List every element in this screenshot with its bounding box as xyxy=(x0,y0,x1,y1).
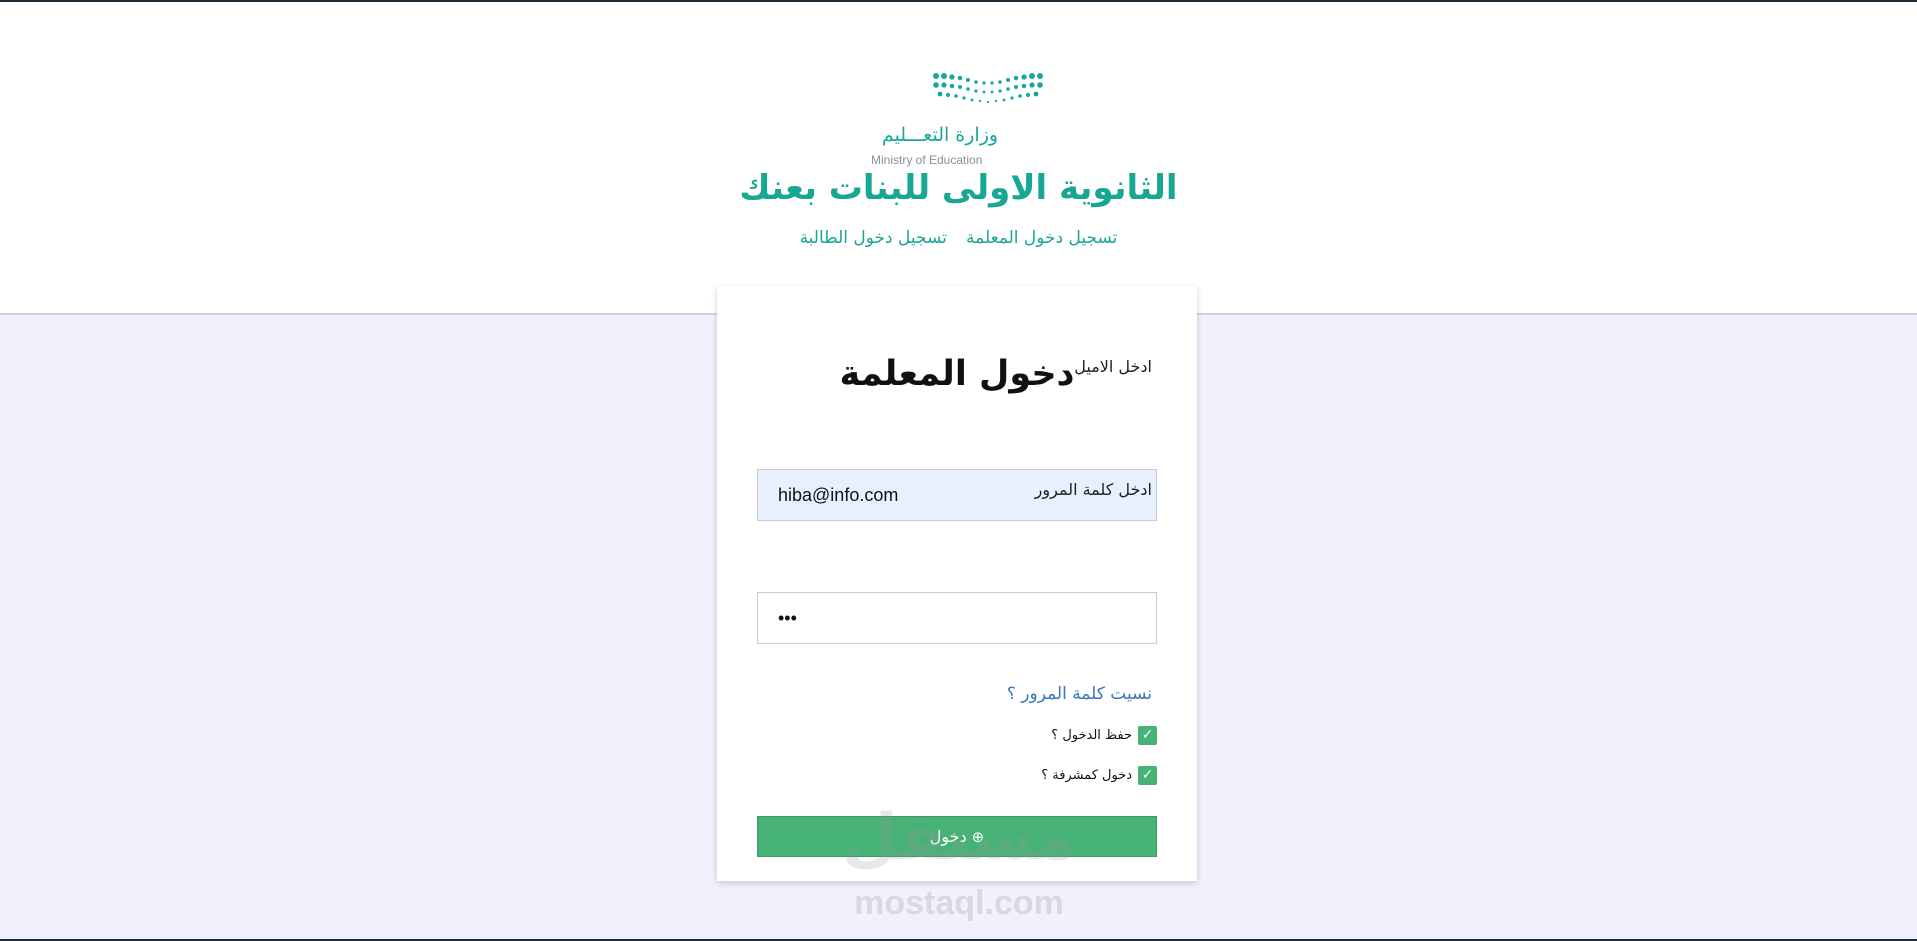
watermark-arabic: مستقل xyxy=(841,801,1077,875)
forgot-password-link[interactable]: نسيت كلمة المرور ؟ xyxy=(1007,684,1152,704)
remember-me-label: حفظ الدخول ؟ xyxy=(1051,727,1132,743)
watermark-english: mostaql.com xyxy=(854,884,1064,922)
ministry-logo-dots-icon xyxy=(933,73,1043,104)
check-icon: ✓ xyxy=(1141,727,1154,743)
supervisor-login-label: دخول كمشرفة ؟ xyxy=(1041,767,1132,783)
password-label: ادخل كلمة المرور xyxy=(1034,480,1152,499)
header: وزارة التعـــليم Ministry of Education ا… xyxy=(0,2,1917,315)
nav-link-student-login[interactable]: تسجيل دخول الطالبة xyxy=(800,228,947,248)
email-label: ادخل الاميل xyxy=(1074,357,1152,376)
logo-arabic-text: وزارة التعـــليم xyxy=(881,124,999,146)
header-nav: تسجيل دخول المعلمة تسجيل دخول الطالبة xyxy=(0,228,1917,248)
password-field[interactable] xyxy=(757,592,1157,644)
ministry-logo: وزارة التعـــليم Ministry of Education xyxy=(860,72,1070,172)
logo-english-text: Ministry of Education xyxy=(871,153,983,167)
nav-link-teacher-login[interactable]: تسجيل دخول المعلمة xyxy=(966,228,1117,248)
supervisor-login-checkbox[interactable]: ✓ xyxy=(1138,765,1157,785)
remember-me-checkbox[interactable]: ✓ xyxy=(1138,725,1157,745)
supervisor-login-row: ✓ دخول كمشرفة ؟ xyxy=(1041,765,1157,785)
school-name: الثانوية الاولى للبنات بعنك xyxy=(739,168,1178,208)
remember-me-row: ✓ حفظ الدخول ؟ xyxy=(1051,725,1157,745)
login-card: دخول المعلمة ادخل الاميل ادخل كلمة المرو… xyxy=(717,286,1197,881)
check-icon: ✓ xyxy=(1141,767,1154,783)
